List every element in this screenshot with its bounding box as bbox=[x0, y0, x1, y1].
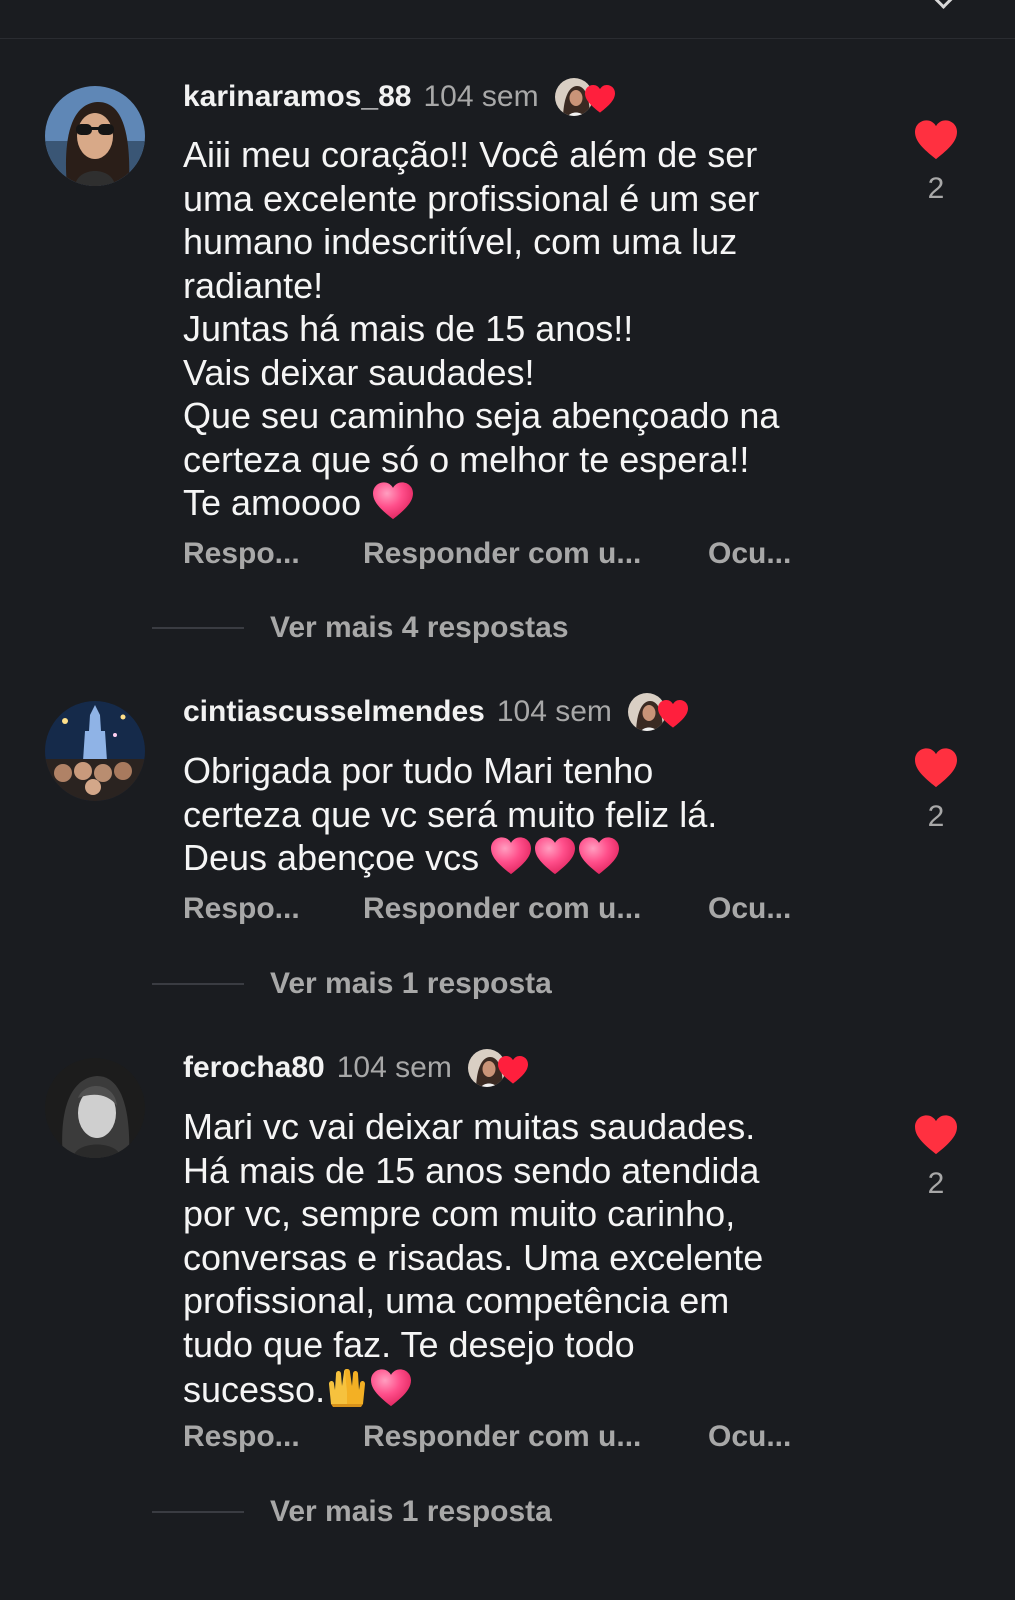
reply-with-button[interactable]: Responder com u... bbox=[363, 892, 708, 926]
liked-by-author-badge bbox=[465, 1047, 532, 1089]
view-more-replies[interactable]: Ver mais 1 resposta bbox=[152, 1495, 552, 1529]
username[interactable]: ferocha80 bbox=[183, 1051, 325, 1085]
view-more-replies[interactable]: Ver mais 4 respostas bbox=[152, 611, 569, 645]
pink-heart-emoji-icon bbox=[369, 1368, 413, 1408]
view-more-label: Ver mais 1 resposta bbox=[270, 1495, 552, 1528]
timestamp: 104 sem bbox=[423, 80, 539, 113]
avatar[interactable] bbox=[45, 701, 145, 801]
divider bbox=[152, 1511, 244, 1513]
hide-button[interactable]: Ocu... bbox=[708, 537, 791, 571]
reply-button[interactable]: Respo... bbox=[183, 1420, 363, 1454]
like-count: 2 bbox=[927, 800, 945, 833]
pink-heart-emoji-icon bbox=[577, 836, 621, 876]
heart-icon bbox=[583, 84, 617, 114]
username[interactable]: karinaramos_88 bbox=[183, 80, 412, 114]
hide-button[interactable]: Ocu... bbox=[708, 892, 791, 926]
top-bar bbox=[0, 0, 1015, 39]
divider bbox=[152, 983, 244, 985]
like-count: 2 bbox=[927, 1167, 945, 1200]
reply-button[interactable]: Respo... bbox=[183, 537, 363, 571]
timestamp: 104 sem bbox=[496, 695, 612, 728]
pink-heart-emoji-icon bbox=[489, 836, 533, 876]
heart-icon bbox=[496, 1055, 530, 1085]
pink-heart-emoji-icon bbox=[533, 836, 577, 876]
liked-by-author-badge bbox=[552, 76, 619, 118]
username[interactable]: cintiascusselmendes bbox=[183, 695, 485, 729]
liked-by-author-badge bbox=[625, 691, 692, 733]
comment-text: Aiii meu coração!! Você além de ser uma … bbox=[183, 133, 873, 525]
pink-heart-emoji-icon bbox=[371, 481, 415, 521]
chevron-down-icon[interactable] bbox=[930, 0, 957, 9]
comment-text: Mari vc vai deixar muitas saudades. Há m… bbox=[183, 1105, 873, 1412]
comment-text: Obrigada por tudo Mari tenho certeza que… bbox=[183, 749, 873, 880]
reply-with-button[interactable]: Responder com u... bbox=[363, 537, 708, 571]
heart-icon[interactable] bbox=[913, 747, 959, 789]
raising-hands-emoji-icon bbox=[329, 1369, 366, 1407]
avatar[interactable] bbox=[45, 1058, 145, 1158]
view-more-label: Ver mais 1 resposta bbox=[270, 967, 552, 1000]
reply-button[interactable]: Respo... bbox=[183, 892, 363, 926]
comment-body: Aiii meu coração!! Você além de ser uma … bbox=[183, 134, 780, 523]
view-more-label: Ver mais 4 respostas bbox=[270, 611, 569, 644]
heart-icon[interactable] bbox=[913, 119, 959, 161]
reply-with-button[interactable]: Responder com u... bbox=[363, 1420, 708, 1454]
divider bbox=[152, 627, 244, 629]
view-more-replies[interactable]: Ver mais 1 resposta bbox=[152, 967, 552, 1001]
avatar[interactable] bbox=[45, 86, 145, 186]
comment-body: Obrigada por tudo Mari tenho certeza que… bbox=[183, 750, 718, 878]
heart-icon[interactable] bbox=[913, 1114, 959, 1156]
heart-icon bbox=[656, 699, 690, 729]
hide-button[interactable]: Ocu... bbox=[708, 1420, 791, 1454]
like-count: 2 bbox=[927, 172, 945, 205]
comment-body: Mari vc vai deixar muitas saudades. Há m… bbox=[183, 1106, 764, 1410]
timestamp: 104 sem bbox=[336, 1051, 452, 1084]
